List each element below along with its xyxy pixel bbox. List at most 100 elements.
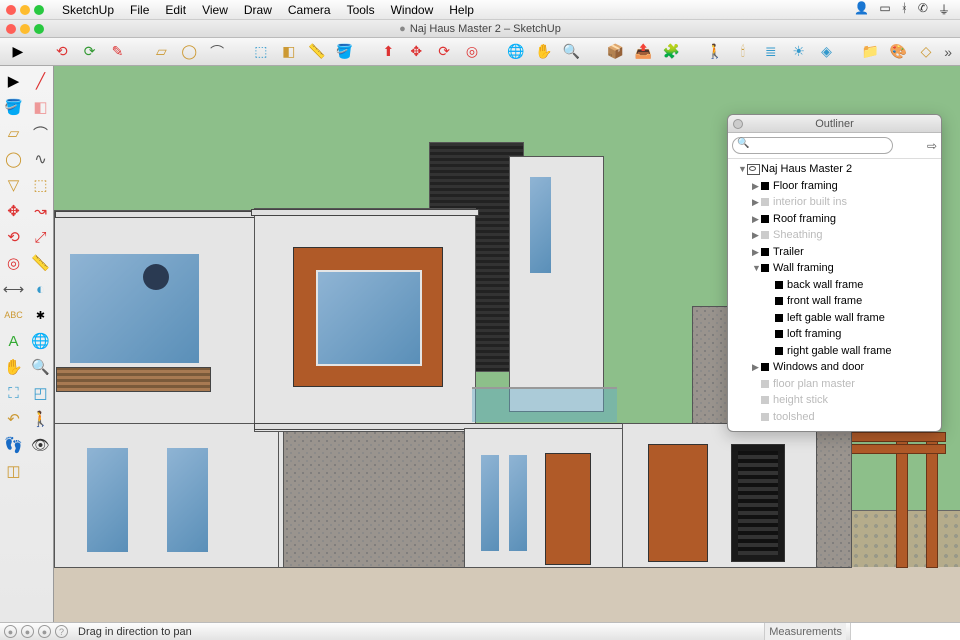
menu-draw[interactable]: Draw	[236, 1, 280, 19]
arc-tool[interactable]: ⌒	[27, 120, 54, 146]
move-tool[interactable]: ✥	[0, 198, 27, 224]
outliner-node[interactable]: left gable wall frame	[732, 310, 937, 327]
close-icon[interactable]	[733, 119, 743, 129]
undo-button[interactable]: ⟲	[52, 42, 72, 62]
wifi-icon[interactable]: ⏚	[938, 1, 950, 18]
paint-bucket-tool[interactable]: 🪣	[335, 42, 355, 62]
outliner-node[interactable]: back wall frame	[732, 277, 937, 294]
extension-tool[interactable]: 🧩	[661, 42, 681, 62]
zoom-extents-tool[interactable]: ⛶	[0, 380, 27, 406]
outliner-node[interactable]: ▼Wall framing	[732, 260, 937, 277]
menu-window[interactable]: Window	[383, 1, 442, 19]
minimize-icon[interactable]	[20, 5, 30, 15]
minimize-icon[interactable]	[20, 24, 30, 34]
3dtext-tool[interactable]: A	[0, 328, 27, 354]
orbit-tool[interactable]: 🌐	[506, 42, 526, 62]
details-icon[interactable]: ⇨	[927, 139, 937, 153]
circle-tool[interactable]: ◯	[179, 42, 199, 62]
position-camera-tool[interactable]: 🚶	[27, 406, 54, 432]
outliner-node[interactable]: ▼Naj Haus Master 2	[732, 161, 937, 178]
zoom-window-tool[interactable]: ◰	[27, 380, 54, 406]
section-plane-tool[interactable]: ◫	[0, 458, 27, 484]
zoom-tool[interactable]: 🔍	[562, 42, 582, 62]
freehand-tool[interactable]: ∿	[27, 146, 54, 172]
person-tool[interactable]: 🚶	[705, 42, 725, 62]
outliner-panel[interactable]: Outliner 🔍 ⇨ ▼Naj Haus Master 2▶Floor fr…	[727, 114, 942, 432]
rect-tool[interactable]: ▱	[0, 120, 27, 146]
tape-measure-tool[interactable]: 📏	[307, 42, 327, 62]
zoom-icon[interactable]	[34, 5, 44, 15]
polygon-tool[interactable]: ▽	[0, 172, 27, 198]
shadows-tool[interactable]: ☀	[789, 42, 809, 62]
outliner-node[interactable]: toolshed	[732, 409, 937, 426]
outliner-node[interactable]: right gable wall frame	[732, 343, 937, 360]
warehouse-tool[interactable]: 📦	[605, 42, 625, 62]
line-tool[interactable]: ✎	[108, 42, 128, 62]
scenes-tool[interactable]: ◇	[916, 42, 936, 62]
eraser-tool[interactable]: ◧	[279, 42, 299, 62]
menu-tools[interactable]: Tools	[339, 1, 383, 19]
line-tool[interactable]: ╱	[27, 68, 54, 94]
outliner-node[interactable]: height stick	[732, 392, 937, 409]
styles-tool[interactable]: ◈	[817, 42, 837, 62]
redo-button[interactable]: ⟳	[80, 42, 100, 62]
axes-tool[interactable]: ✱	[27, 302, 54, 328]
pan-tool[interactable]: ✋	[534, 42, 554, 62]
arc-tool[interactable]: ⌒	[207, 42, 227, 62]
display-icon[interactable]: ▭	[879, 1, 890, 18]
materials-tool[interactable]: 🎨	[888, 42, 908, 62]
menu-file[interactable]: File	[122, 1, 157, 19]
pan-tool[interactable]: ✋	[0, 354, 27, 380]
outliner-node[interactable]: ▶Windows and door	[732, 359, 937, 376]
outliner-node[interactable]: ▶interior built ins	[732, 194, 937, 211]
tape-tool[interactable]: 📏	[27, 250, 54, 276]
user-icon[interactable]: 👤	[854, 1, 869, 18]
look-around-tool[interactable]: 👁	[27, 432, 54, 458]
follow-me-tool[interactable]: ↝	[27, 198, 54, 224]
overflow-icon[interactable]: »	[944, 44, 952, 60]
outliner-node[interactable]: ▶Floor framing	[732, 178, 937, 195]
outliner-tree[interactable]: ▼Naj Haus Master 2▶Floor framing▶interio…	[728, 159, 941, 431]
rotate-tool[interactable]: ⟲	[0, 224, 27, 250]
help-icon[interactable]: ?	[55, 625, 68, 638]
menu-help[interactable]: Help	[441, 1, 482, 19]
warehouse-upload-tool[interactable]: 📤	[633, 42, 653, 62]
close-icon[interactable]	[6, 5, 16, 15]
prev-view-tool[interactable]: ↶	[0, 406, 27, 432]
zoom-icon[interactable]	[34, 24, 44, 34]
menu-view[interactable]: View	[194, 1, 236, 19]
select-tool[interactable]: ▶	[8, 42, 28, 62]
rectangle-tool[interactable]: ▱	[151, 42, 171, 62]
select-tool[interactable]: ▶	[0, 68, 27, 94]
section-tool[interactable]: 🕯	[733, 42, 753, 62]
push-pull-tool[interactable]: ⬆	[378, 42, 398, 62]
walk-tool[interactable]: 👣	[0, 432, 27, 458]
bluetooth-icon[interactable]: ᚼ	[901, 1, 908, 18]
components-tool[interactable]: 📁	[860, 42, 880, 62]
paint-tool[interactable]: 🪣	[0, 94, 27, 120]
zoom-tool[interactable]: 🔍	[27, 354, 54, 380]
eraser-tool[interactable]: ◧	[27, 94, 54, 120]
app-menu[interactable]: SketchUp	[54, 1, 122, 19]
phone-icon[interactable]: ✆	[918, 1, 928, 18]
offset-tool[interactable]: ◎	[0, 250, 27, 276]
outliner-titlebar[interactable]: Outliner	[728, 115, 941, 133]
outliner-node[interactable]: floor plan master	[732, 376, 937, 393]
dimension-tool[interactable]: ⟷	[0, 276, 27, 302]
rotate-tool[interactable]: ⟳	[434, 42, 454, 62]
close-icon[interactable]	[6, 24, 16, 34]
menu-camera[interactable]: Camera	[280, 1, 339, 19]
outliner-node[interactable]: ▶Sheathing	[732, 227, 937, 244]
measurements-input[interactable]	[850, 623, 960, 640]
outliner-node[interactable]: front wall frame	[732, 293, 937, 310]
layers-tool[interactable]: ≣	[761, 42, 781, 62]
push-pull-tool[interactable]: ⬚	[27, 172, 54, 198]
outliner-search[interactable]	[732, 137, 893, 154]
text-tool[interactable]: ABC	[0, 302, 27, 328]
orbit-tool[interactable]: 🌐	[27, 328, 54, 354]
outliner-node[interactable]: loft framing	[732, 326, 937, 343]
offset-tool[interactable]: ◎	[462, 42, 482, 62]
status-icon[interactable]: ●	[38, 625, 51, 638]
circle-tool[interactable]: ◯	[0, 146, 27, 172]
scale-tool[interactable]: ⤢	[27, 224, 54, 250]
